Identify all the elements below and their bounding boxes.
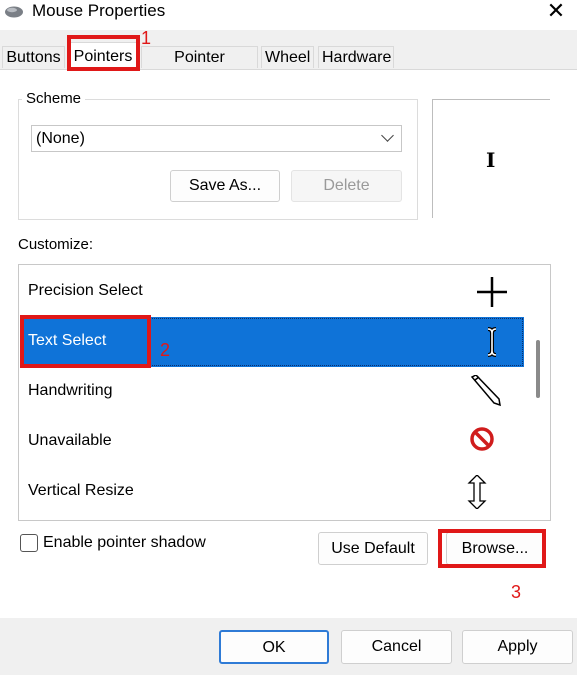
pointer-shadow-label[interactable]: Enable pointer shadow (43, 534, 206, 552)
annotation-number-2: 2 (160, 340, 171, 360)
annotation-number-1: 1 (141, 28, 152, 48)
pen-icon (470, 375, 501, 407)
use-default-button[interactable]: Use Default (318, 532, 428, 565)
tab-wheel[interactable]: Wheel (261, 46, 314, 68)
annotation-box-text-select (20, 315, 151, 368)
apply-button[interactable]: Apply (462, 630, 573, 664)
list-item-label: Precision Select (28, 282, 143, 299)
annotation-box-pointers-tab (67, 35, 140, 71)
list-item-handwriting[interactable]: Handwriting (20, 367, 524, 417)
ok-button[interactable]: OK (219, 630, 329, 664)
pointer-shadow-checkbox[interactable] (20, 534, 38, 552)
save-as-button[interactable]: Save As... (170, 170, 280, 202)
scheme-label: Scheme (22, 90, 86, 108)
mouse-app-icon (5, 6, 23, 18)
delete-button: Delete (291, 170, 402, 202)
tab-pointer-options[interactable]: Pointer Options (141, 46, 258, 88)
list-item-unavailable[interactable]: Unavailable (20, 417, 524, 467)
list-item-precision-select[interactable]: Precision Select (20, 267, 524, 317)
annotation-box-browse (438, 529, 546, 568)
scrollbar-thumb[interactable] (536, 340, 540, 398)
window-title: Mouse Properties (32, 1, 166, 20)
scheme-dropdown[interactable]: (None) (31, 125, 402, 152)
list-item-label: Unavailable (28, 432, 112, 449)
crosshair-icon (477, 277, 507, 307)
close-icon[interactable]: ✕ (541, 0, 571, 24)
list-item-vertical-resize[interactable]: Vertical Resize (20, 467, 524, 517)
list-item-label: Vertical Resize (28, 482, 134, 499)
vertical-resize-icon (467, 475, 487, 509)
no-symbol-icon (470, 427, 494, 451)
customize-label: Customize: (18, 236, 94, 253)
annotation-number-3: 3 (511, 582, 522, 602)
tab-buttons[interactable]: Buttons (2, 46, 65, 68)
list-item-label: Handwriting (28, 382, 113, 399)
i-beam-icon (487, 327, 497, 357)
tab-hardware[interactable]: Hardware (318, 46, 394, 68)
cursor-list[interactable]: Precision Select Text Select Handwriting… (18, 264, 551, 521)
text-select-preview-icon: I (486, 148, 496, 172)
cancel-button[interactable]: Cancel (341, 630, 452, 664)
